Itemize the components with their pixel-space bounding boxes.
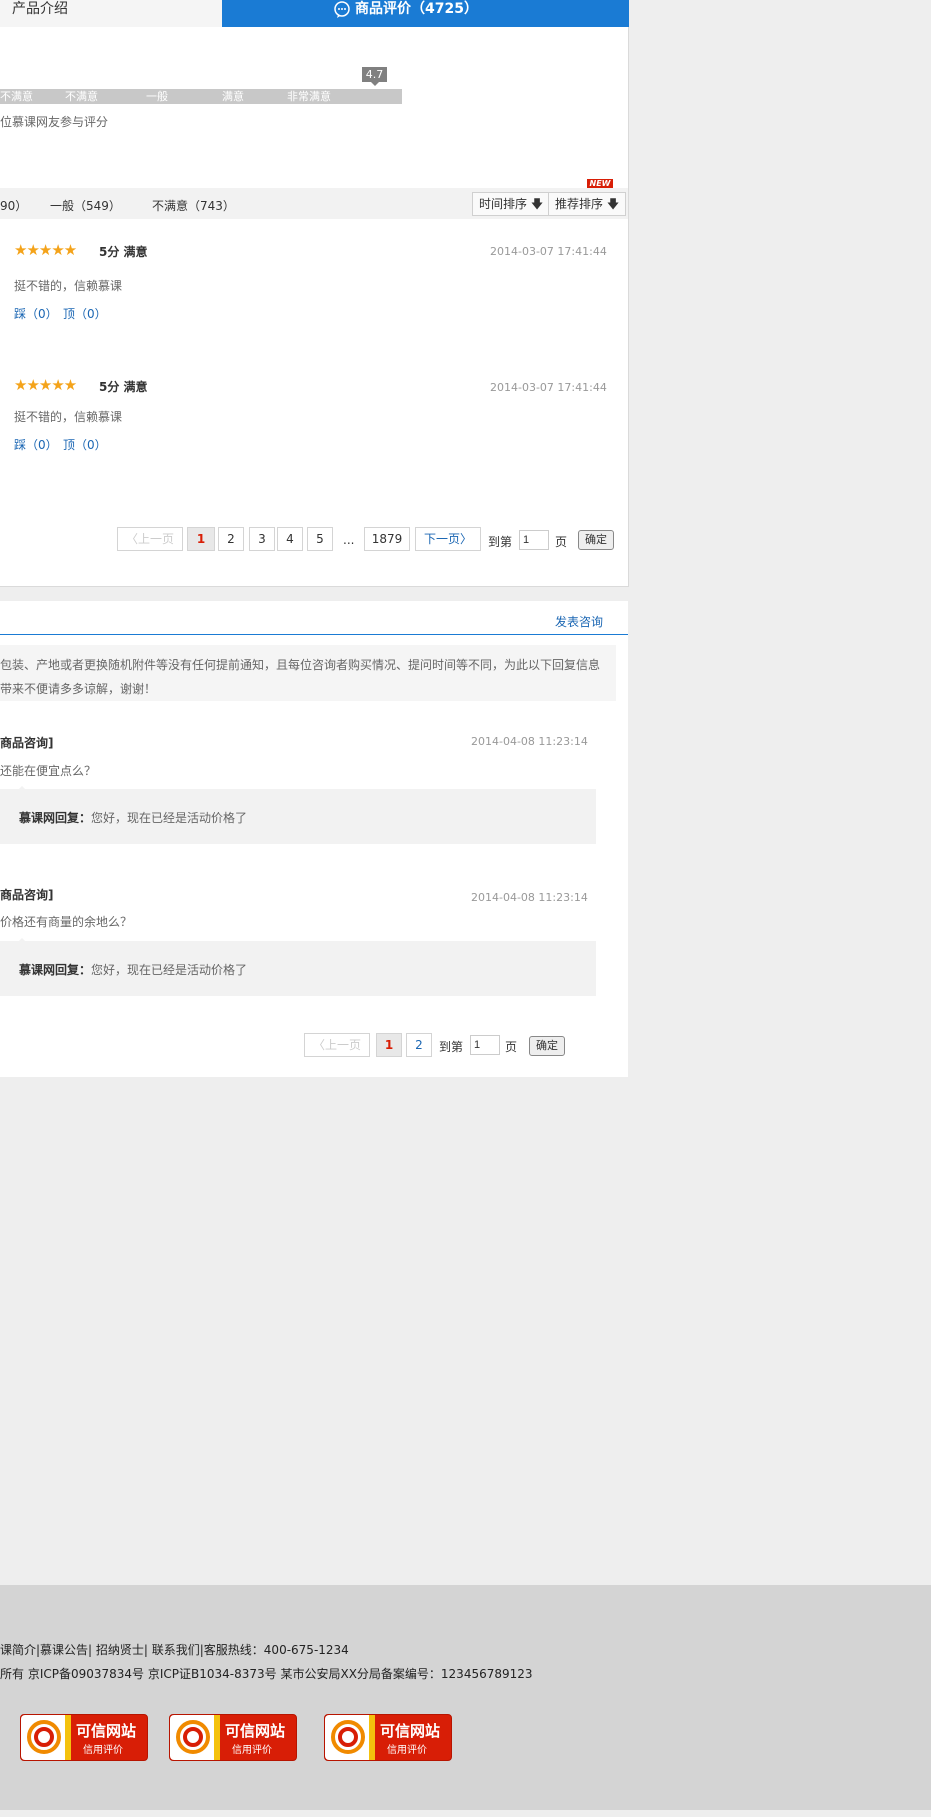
goto-page-input[interactable]	[519, 530, 549, 550]
review-time: 2014-03-07 17:41:44	[490, 245, 607, 258]
sort-by-recommend-button[interactable]: 推荐排序 🡇	[548, 192, 627, 216]
page-button[interactable]: 5	[307, 527, 333, 551]
score-level: 不满意	[0, 90, 33, 103]
rating-stars: ★★★★★	[14, 376, 77, 394]
prev-page-button[interactable]: 〈上一页	[117, 527, 183, 551]
consult-reply: 慕课网回复：您好，现在已经是活动价格了	[0, 938, 596, 996]
sort-by-time-button[interactable]: 时间排序 🡇	[472, 192, 551, 216]
reply-label: 慕课网回复：	[19, 811, 92, 825]
consult-question: 价格还有商量的余地么？	[0, 915, 133, 929]
consult-reply: 慕课网回复：您好，现在已经是活动价格了	[0, 786, 596, 844]
page-ellipsis: ...	[343, 533, 355, 547]
reply-label: 慕课网回复：	[19, 963, 92, 977]
trust-badge[interactable]: 可信网站 信用评价	[20, 1714, 148, 1761]
consult-title: 商品咨询]	[0, 736, 54, 750]
participants-count: 位慕课网友参与评分	[0, 115, 109, 129]
trust-logo-icon	[176, 1720, 210, 1754]
reply-text: 您好，现在已经是活动价格了	[91, 963, 248, 977]
goto-confirm-button[interactable]: 确定	[529, 1036, 565, 1056]
tab-bar: 产品介绍 商品评价（4725）	[0, 0, 629, 28]
review-score: 5分 满意	[99, 380, 148, 394]
dislike-link[interactable]: 踩（0）	[14, 436, 58, 453]
consult-notice: 包装、产地或者更换随机附件等没有任何提前通知，且每位咨询者购买情况、提问时间等不…	[0, 645, 616, 701]
page-button[interactable]: 2	[218, 527, 244, 551]
consult-title: 商品咨询]	[0, 888, 54, 902]
page-unit: 页	[555, 535, 568, 549]
consult-time: 2014-04-08 11:23:14	[471, 891, 588, 904]
next-page-button[interactable]: 下一页〉	[415, 527, 481, 551]
trust-badge[interactable]: 可信网站 信用评价	[169, 1714, 297, 1761]
footer-icp: 所有 京ICP备09037834号 京ICP证B1034-8373号 某市公安局…	[0, 1667, 533, 1681]
goto-label: 到第	[488, 535, 513, 549]
post-consult-link[interactable]: 发表咨询	[555, 613, 603, 630]
prev-page-button[interactable]: 〈上一页	[304, 1033, 370, 1057]
consult-question: 还能在便宜点么？	[0, 764, 97, 778]
score-level: 不满意	[65, 90, 98, 103]
review-filter-bar: 90） 一般（549） 不满意（743） 时间排序 🡇 推荐排序 🡇	[0, 188, 628, 219]
badge-title: 可信网站	[380, 1722, 441, 1740]
trust-logo-icon	[331, 1720, 365, 1754]
goto-page-input[interactable]	[470, 1035, 500, 1055]
page-button[interactable]: 1	[187, 527, 215, 551]
comment-icon	[334, 1, 350, 18]
notice-line: 包装、产地或者更换随机附件等没有任何提前通知，且每位咨询者购买情况、提问时间等不…	[0, 658, 601, 672]
page-button[interactable]: 2	[406, 1033, 432, 1057]
footer-links[interactable]: 课简介|慕课公告| 招纳贤士| 联系我们|客服热线：400-675-1234	[0, 1641, 349, 1658]
like-link[interactable]: 顶（0）	[63, 305, 107, 322]
badge-subtitle: 信用评价	[232, 1745, 272, 1756]
page-button-last[interactable]: 1879	[364, 527, 410, 551]
review-text: 挺不错的，信赖慕课	[14, 410, 123, 424]
badge-subtitle: 信用评价	[387, 1745, 427, 1756]
tab-review-label: 商品评价（4725）	[355, 1, 478, 17]
filter-good[interactable]: 90）	[0, 197, 27, 214]
review-text: 挺不错的，信赖慕课	[14, 279, 123, 293]
trust-logo-icon	[27, 1720, 61, 1754]
score-bar: 不满意 不满意 一般 满意 非常满意	[0, 89, 402, 104]
dislike-link[interactable]: 踩（0）	[14, 305, 58, 322]
badge-subtitle: 信用评价	[83, 1745, 123, 1756]
page-unit: 页	[505, 1040, 518, 1054]
score-tooltip: 4.7	[362, 67, 387, 86]
like-link[interactable]: 顶（0）	[63, 436, 107, 453]
filter-bad[interactable]: 不满意（743）	[152, 197, 235, 214]
rating-stars: ★★★★★	[14, 241, 77, 259]
notice-line: 带来不便请多多谅解，谢谢！	[0, 682, 157, 696]
consult-time: 2014-04-08 11:23:14	[471, 735, 588, 748]
reply-text: 您好，现在已经是活动价格了	[91, 811, 248, 825]
page-button[interactable]: 4	[277, 527, 303, 551]
badge-title: 可信网站	[76, 1722, 137, 1740]
page-button[interactable]: 3	[249, 527, 275, 551]
consult-divider	[0, 634, 628, 635]
score-level: 满意	[222, 90, 244, 103]
tab-product-intro[interactable]: 产品介绍	[12, 0, 68, 27]
footer: 课简介|慕课公告| 招纳贤士| 联系我们|客服热线：400-675-1234 所…	[0, 1585, 931, 1810]
score-level: 一般	[146, 90, 168, 103]
goto-confirm-button[interactable]: 确定	[578, 530, 614, 550]
trust-badge[interactable]: 可信网站 信用评价	[324, 1714, 452, 1761]
tab-product-review[interactable]: 商品评价（4725）	[222, 0, 629, 27]
page-button[interactable]: 1	[376, 1033, 402, 1057]
review-score: 5分 满意	[99, 245, 148, 259]
filter-neutral[interactable]: 一般（549）	[50, 197, 121, 214]
review-time: 2014-03-07 17:41:44	[490, 381, 607, 394]
goto-label: 到第	[439, 1040, 464, 1054]
badge-title: 可信网站	[225, 1722, 286, 1740]
score-level: 非常满意	[287, 90, 331, 103]
